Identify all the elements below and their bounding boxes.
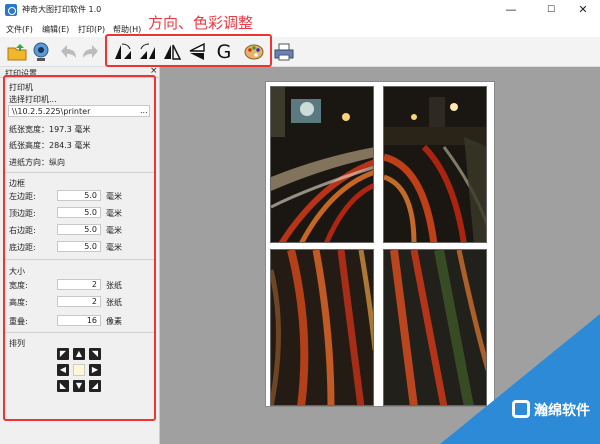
menu-print[interactable]: 打印(P) — [78, 24, 105, 35]
watermark-logo-icon — [512, 400, 530, 418]
minimize-button[interactable]: — — [494, 0, 528, 20]
toolbar-highlight — [105, 34, 272, 67]
redo-button[interactable] — [80, 41, 102, 63]
watermark-text: 瀚绵软件 — [534, 403, 590, 419]
menu-file[interactable]: 文件(F) — [6, 24, 33, 35]
open-folder-button[interactable] — [6, 41, 28, 63]
print-button[interactable] — [273, 41, 295, 63]
preview-tile-bottom-left[interactable] — [270, 249, 374, 406]
close-button[interactable]: ✕ — [566, 0, 600, 20]
folder-icon — [7, 44, 27, 61]
preview-tile-top-right[interactable] — [383, 86, 487, 243]
maximize-button[interactable]: ☐ — [534, 0, 568, 20]
undo-button[interactable] — [57, 41, 79, 63]
panel-highlight — [3, 75, 156, 421]
undo-icon — [61, 45, 76, 58]
preview-tile-top-left[interactable] — [270, 86, 374, 243]
annotation-text: 方向、色彩调整 — [148, 14, 254, 32]
app-icon — [5, 4, 17, 16]
redo-icon — [83, 45, 98, 58]
watermark-background — [440, 314, 600, 444]
camera-button[interactable] — [30, 41, 52, 63]
window-title: 神奇大图打印软件 1.0 — [22, 5, 102, 14]
printer-icon — [274, 43, 294, 61]
menu-edit[interactable]: 编辑(E) — [42, 24, 69, 35]
webcam-icon — [33, 42, 49, 61]
